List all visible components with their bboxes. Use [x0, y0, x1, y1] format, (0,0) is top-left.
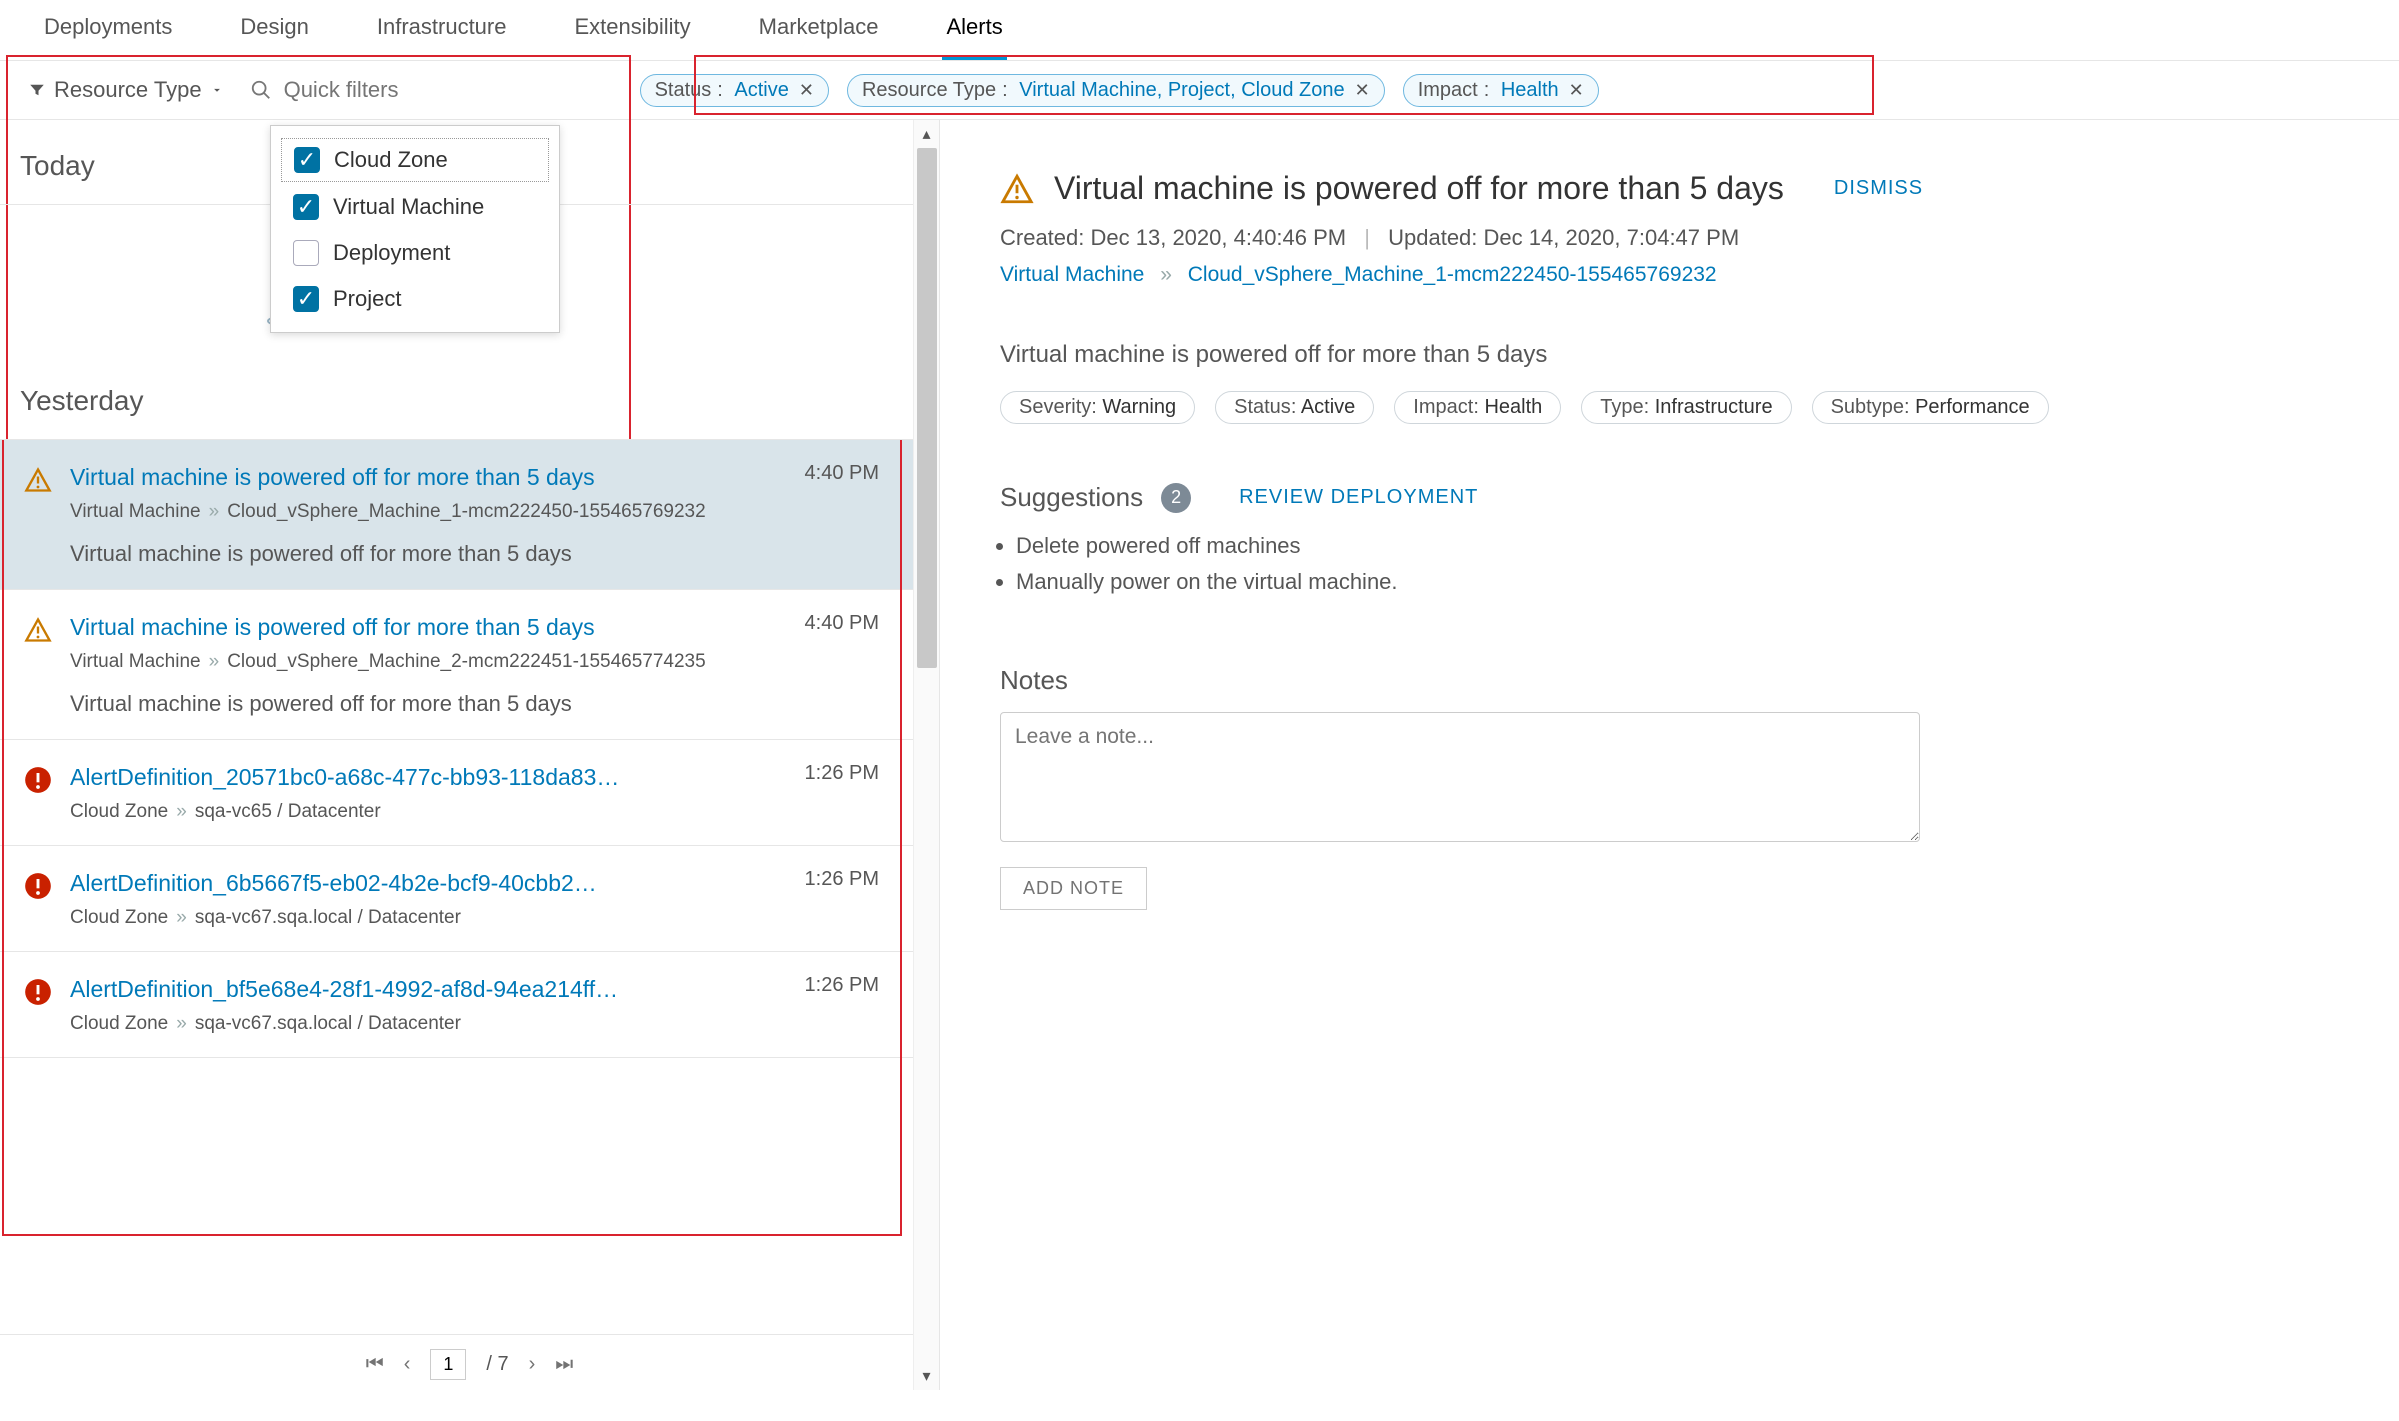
alert-breadcrumb: Virtual Machine»Cloud_vSphere_Machine_1-…: [70, 501, 879, 523]
notes-heading: Notes: [1000, 665, 2339, 696]
filter-pill-impact[interactable]: Impact: Health ✕: [1403, 74, 1599, 107]
filter-icon: [28, 81, 46, 99]
detail-title: Virtual machine is powered off for more …: [1054, 170, 1784, 207]
tab-alerts[interactable]: Alerts: [942, 14, 1006, 60]
tag-impact: Impact: Health: [1394, 391, 1561, 424]
detail-timestamps: Created: Dec 13, 2020, 4:40:46 PM | Upda…: [1000, 225, 2339, 251]
section-yesterday-heading: Yesterday: [0, 365, 939, 440]
page-current-input[interactable]: [430, 1349, 466, 1380]
detail-tags: Severity: Warning Status: Active Impact:…: [1000, 391, 2339, 424]
scroll-down-icon[interactable]: ▾: [922, 1366, 930, 1386]
alert-title: AlertDefinition_6b5667f5-eb02-4b2e-bcf9-…: [70, 868, 597, 899]
warning-icon: [24, 466, 52, 567]
dropdown-option-deployment[interactable]: Deployment: [271, 230, 559, 276]
alert-list-item[interactable]: Virtual machine is powered off for more …: [0, 590, 939, 740]
chevron-down-icon: [210, 83, 224, 97]
alert-title: AlertDefinition_20571bc0-a68c-477c-bb93-…: [70, 762, 619, 793]
detail-description: Virtual machine is powered off for more …: [1000, 341, 2339, 369]
suggestions-list: Delete powered off machines Manually pow…: [1016, 533, 2339, 595]
tag-status: Status: Active: [1215, 391, 1374, 424]
resource-type-filter[interactable]: Resource Type: [20, 73, 232, 107]
alert-time: 4:40 PM: [805, 462, 879, 485]
alert-title: AlertDefinition_bf5e68e4-28f1-4992-af8d-…: [70, 974, 618, 1005]
suggestions-count-badge: 2: [1161, 483, 1191, 513]
critical-icon: [24, 766, 52, 823]
notes-textarea[interactable]: [1000, 712, 1920, 842]
checkbox-icon: ✓: [293, 194, 319, 220]
search-icon: [250, 79, 272, 101]
dropdown-option-cloud-zone[interactable]: ✓ Cloud Zone: [281, 138, 549, 182]
close-icon[interactable]: ✕: [799, 80, 814, 101]
critical-icon: [24, 872, 52, 929]
pagination: ⏮ ‹ / 7 › ⏭: [0, 1334, 939, 1390]
suggestion-item: Delete powered off machines: [1016, 533, 2339, 559]
alert-title: Virtual machine is powered off for more …: [70, 462, 595, 493]
filter-row: Resource Type Status: Active ✕ Resource …: [0, 61, 2399, 120]
scrollbar-thumb[interactable]: [917, 148, 937, 668]
alert-list-item[interactable]: Virtual machine is powered off for more …: [0, 440, 939, 590]
scrollbar[interactable]: ▴ ▾: [913, 120, 939, 1390]
alert-time: 4:40 PM: [805, 612, 879, 635]
detail-breadcrumb: Virtual Machine » Cloud_vSphere_Machine_…: [1000, 263, 2339, 287]
filter-pill-resource-type[interactable]: Resource Type: Virtual Machine, Project,…: [847, 74, 1385, 107]
alert-title: Virtual machine is powered off for more …: [70, 612, 595, 643]
alert-breadcrumb: Cloud Zone»sqa-vc67.sqa.local / Datacent…: [70, 1013, 879, 1035]
alert-time: 1:26 PM: [805, 974, 879, 997]
page-prev-button[interactable]: ‹: [404, 1353, 411, 1376]
checkbox-icon: ✓: [294, 147, 320, 173]
breadcrumb-target-link[interactable]: Cloud_vSphere_Machine_1-mcm222450-155465…: [1188, 263, 1717, 286]
scroll-up-icon[interactable]: ▴: [922, 124, 930, 144]
critical-icon: [24, 978, 52, 1035]
alert-list: Virtual machine is powered off for more …: [0, 440, 939, 1334]
close-icon[interactable]: ✕: [1355, 80, 1370, 101]
alert-breadcrumb: Virtual Machine»Cloud_vSphere_Machine_2-…: [70, 651, 879, 673]
page-first-button[interactable]: ⏮: [366, 1353, 384, 1376]
filter-pill-status[interactable]: Status: Active ✕: [640, 74, 829, 107]
alert-time: 1:26 PM: [805, 868, 879, 891]
tab-deployments[interactable]: Deployments: [40, 14, 176, 60]
tab-design[interactable]: Design: [236, 14, 312, 60]
alert-detail-panel: Virtual machine is powered off for more …: [940, 120, 2399, 1390]
top-tab-bar: Deployments Design Infrastructure Extens…: [0, 0, 2399, 61]
dropdown-option-project[interactable]: ✓ Project: [271, 276, 559, 322]
breadcrumb-type-link[interactable]: Virtual Machine: [1000, 263, 1144, 286]
alert-time: 1:26 PM: [805, 762, 879, 785]
suggestion-item: Manually power on the virtual machine.: [1016, 569, 2339, 595]
quick-filters-input[interactable]: [282, 76, 522, 104]
alert-list-item[interactable]: AlertDefinition_bf5e68e4-28f1-4992-af8d-…: [0, 952, 939, 1058]
alert-list-item[interactable]: AlertDefinition_20571bc0-a68c-477c-bb93-…: [0, 740, 939, 846]
resource-type-dropdown: ✓ Cloud Zone ✓ Virtual Machine Deploymen…: [270, 125, 560, 333]
add-note-button[interactable]: ADD NOTE: [1000, 867, 1147, 910]
suggestions-heading: Suggestions 2 REVIEW DEPLOYMENT: [1000, 482, 2339, 513]
tag-severity: Severity: Warning: [1000, 391, 1195, 424]
checkbox-icon: [293, 240, 319, 266]
alert-list-item[interactable]: AlertDefinition_6b5667f5-eb02-4b2e-bcf9-…: [0, 846, 939, 952]
tab-marketplace[interactable]: Marketplace: [755, 14, 883, 60]
alert-description: Virtual machine is powered off for more …: [70, 691, 879, 717]
page-next-button[interactable]: ›: [529, 1353, 536, 1376]
quick-filters[interactable]: [250, 76, 522, 104]
warning-icon: [1000, 172, 1034, 206]
warning-icon: [24, 616, 52, 717]
dropdown-option-virtual-machine[interactable]: ✓ Virtual Machine: [271, 184, 559, 230]
review-deployment-button[interactable]: REVIEW DEPLOYMENT: [1239, 486, 1478, 509]
alert-breadcrumb: Cloud Zone»sqa-vc65 / Datacenter: [70, 801, 879, 823]
tag-subtype: Subtype: Performance: [1812, 391, 2049, 424]
checkbox-icon: ✓: [293, 286, 319, 312]
close-icon[interactable]: ✕: [1569, 80, 1584, 101]
tab-infrastructure[interactable]: Infrastructure: [373, 14, 511, 60]
dismiss-button[interactable]: DISMISS: [1834, 177, 1923, 200]
resource-type-label: Resource Type: [54, 77, 202, 103]
page-last-button[interactable]: ⏭: [555, 1353, 573, 1376]
tag-type: Type: Infrastructure: [1581, 391, 1791, 424]
active-filter-pills: Status: Active ✕ Resource Type: Virtual …: [640, 74, 1599, 107]
alert-description: Virtual machine is powered off for more …: [70, 541, 879, 567]
alert-breadcrumb: Cloud Zone»sqa-vc67.sqa.local / Datacent…: [70, 907, 879, 929]
tab-extensibility[interactable]: Extensibility: [570, 14, 694, 60]
